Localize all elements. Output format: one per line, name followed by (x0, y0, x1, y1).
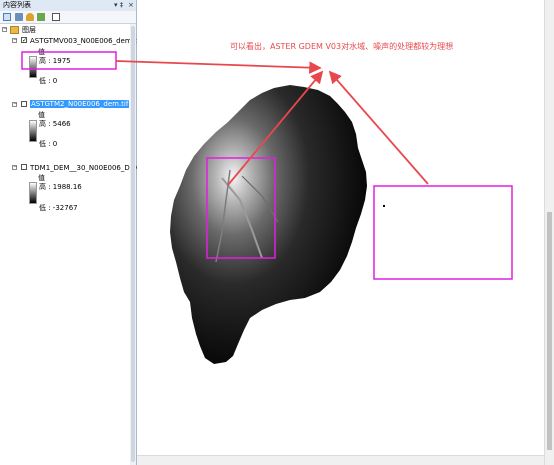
map-overlay (21, 51, 513, 364)
legend-highlight-box (21, 51, 117, 70)
map-vertical-scrollbar[interactable] (544, 0, 554, 465)
annotation-text: 可以看出，ASTER GDEM V03对水域、噪声的处理都较为理想 (230, 42, 454, 51)
water-highlight-box (373, 185, 513, 280)
map-vertical-scrollbar-thumb[interactable] (547, 212, 552, 450)
arrow-from-legend (115, 60, 322, 74)
dem-raster-island (170, 85, 367, 364)
map-horizontal-scrollbar[interactable] (137, 455, 544, 465)
noise-speck (383, 205, 385, 207)
